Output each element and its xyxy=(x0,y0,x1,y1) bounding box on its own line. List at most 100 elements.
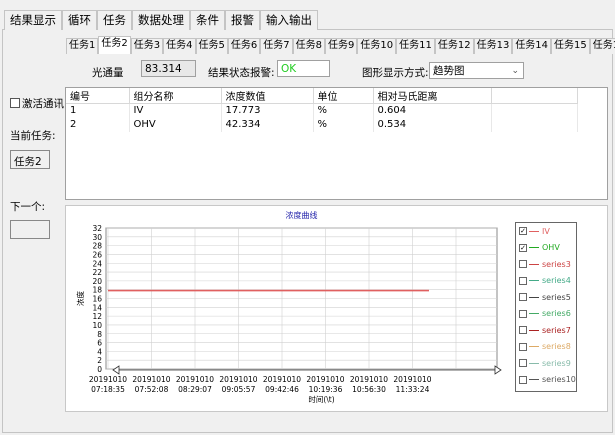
x-tick-label: 07:18:35 xyxy=(91,385,125,394)
x-tick-label: 07:52:08 xyxy=(135,385,169,394)
legend-item-series4[interactable]: series4 xyxy=(516,273,576,290)
tab-loop[interactable]: 循环 xyxy=(62,10,97,30)
x-tick-label: 20191010 xyxy=(132,375,170,384)
tab-task-7[interactable]: 任务7 xyxy=(260,38,293,54)
x-tick-label: 20191010 xyxy=(89,375,127,384)
task-tab-bar: 任务1 任务2 任务3 任务4 任务5 任务6 任务7 任务8 任务9 任务10 任务11 任务12 任… xyxy=(66,36,615,54)
tab-task-1[interactable]: 任务1 xyxy=(66,38,99,54)
legend-swatch xyxy=(529,296,539,298)
tab-task-9[interactable]: 任务9 xyxy=(325,38,358,54)
cell-mahalanobis: 0.534 xyxy=(373,117,492,132)
cell-concentration: 42.334 xyxy=(221,117,314,132)
legend-item-series5[interactable]: series5 xyxy=(516,289,576,306)
col-header-empty xyxy=(491,88,578,104)
col-header-concentration[interactable]: 浓度数值 xyxy=(221,88,314,104)
chevron-down-icon: ⌄ xyxy=(511,66,519,76)
legend-item-series7[interactable]: series7 xyxy=(516,322,576,339)
legend-item-series9[interactable]: series9 xyxy=(516,355,576,372)
tab-alarm[interactable]: 报警 xyxy=(225,10,260,30)
legend-label: series3 xyxy=(542,259,571,269)
tab-task-2[interactable]: 任务2 xyxy=(98,36,131,54)
legend-swatch xyxy=(529,379,539,381)
col-header-component[interactable]: 组分名称 xyxy=(129,88,222,104)
scroll-right-icon xyxy=(494,365,502,375)
y-tick-label: 26 xyxy=(92,250,102,259)
tab-task-5[interactable]: 任务5 xyxy=(195,38,228,54)
y-tick-label: 32 xyxy=(92,224,102,233)
legend-item-series3[interactable]: series3 xyxy=(516,256,576,273)
activate-comm-checkbox[interactable]: 激活通讯 xyxy=(10,96,64,111)
tab-task-13[interactable]: 任务13 xyxy=(473,38,513,54)
checkbox-icon[interactable] xyxy=(519,293,527,302)
legend-item-OHV[interactable]: ✓ OHV xyxy=(516,240,576,257)
col-header-unit[interactable]: 单位 xyxy=(313,88,374,104)
checkbox-icon[interactable] xyxy=(519,375,527,384)
x-axis-label: 时间(\t) xyxy=(308,394,334,404)
tab-task-10[interactable]: 任务10 xyxy=(357,38,397,54)
x-tick-label: 20191010 xyxy=(393,375,431,384)
y-tick-label: 14 xyxy=(92,303,102,312)
col-header-id[interactable]: 编号 xyxy=(66,88,130,104)
legend-label: series6 xyxy=(542,309,571,319)
checkbox-icon[interactable] xyxy=(519,326,527,335)
x-tick-label: 20191010 xyxy=(263,375,301,384)
display-mode-value: 趋势图 xyxy=(433,65,465,77)
table-row[interactable]: 2 OHV 42.334 % 0.534 xyxy=(66,117,578,132)
tab-data-processing[interactable]: 数据处理 xyxy=(132,10,190,30)
tab-task-6[interactable]: 任务6 xyxy=(227,38,261,54)
legend-label: series4 xyxy=(542,276,571,286)
y-tick-label: 2 xyxy=(97,356,102,365)
legend-item-series8[interactable]: series8 xyxy=(516,339,576,356)
tab-task-11[interactable]: 任务11 xyxy=(396,38,435,54)
checkbox-icon[interactable] xyxy=(519,260,527,269)
tab-tasks[interactable]: 任务 xyxy=(97,10,132,30)
legend-item-series6[interactable]: series6 xyxy=(516,306,576,323)
throughput-value: 83.314 xyxy=(141,60,196,77)
tab-task-3[interactable]: 任务3 xyxy=(130,38,164,54)
trend-chart: 浓度曲线024681012141618202224262830322019101… xyxy=(75,210,502,404)
y-tick-label: 22 xyxy=(92,268,102,277)
tab-io[interactable]: 输入输出 xyxy=(260,10,318,30)
checkbox-icon[interactable] xyxy=(519,342,527,351)
checkbox-icon[interactable] xyxy=(519,276,527,285)
legend-item-series10[interactable]: series10 xyxy=(516,372,576,389)
legend-swatch xyxy=(529,263,539,265)
cell-unit: % xyxy=(313,103,374,118)
checkbox-icon[interactable] xyxy=(519,309,527,318)
cell-unit: % xyxy=(313,117,374,132)
y-tick-label: 6 xyxy=(97,339,102,348)
tab-task-4[interactable]: 任务4 xyxy=(163,38,196,54)
checkbox-icon[interactable]: ✓ xyxy=(519,227,527,236)
checkbox-icon[interactable] xyxy=(519,359,527,368)
legend-item-IV[interactable]: ✓ IV xyxy=(516,223,576,240)
tab-task-15[interactable]: 任务15 xyxy=(551,38,590,54)
next-label: 下一个: xyxy=(10,201,46,213)
table-row[interactable]: 1 IV 17.773 % 0.604 xyxy=(66,103,578,118)
current-task-field: 任务2 xyxy=(10,150,50,169)
display-mode-label: 图形显示方式: xyxy=(362,67,429,79)
x-tick-label: 20191010 xyxy=(176,375,214,384)
tab-task-16[interactable]: 任务16 xyxy=(589,38,615,54)
x-tick-label: 10:56:30 xyxy=(352,385,386,394)
x-tick-label: 11:33:24 xyxy=(396,385,430,394)
table-header-row: 编号 组分名称 浓度数值 单位 相对马氏距离 xyxy=(66,88,578,104)
y-tick-label: 4 xyxy=(97,347,102,356)
next-task-field[interactable] xyxy=(10,220,50,239)
chart-title: 浓度曲线 xyxy=(286,210,318,220)
tab-conditions[interactable]: 条件 xyxy=(190,10,225,30)
y-axis-label: 浓度 xyxy=(75,291,85,306)
checkbox-icon[interactable]: ✓ xyxy=(519,243,527,252)
legend-swatch xyxy=(529,346,539,348)
legend-label: series9 xyxy=(542,358,571,368)
legend-swatch xyxy=(529,247,539,249)
tab-task-12[interactable]: 任务12 xyxy=(434,38,474,54)
col-header-mahalanobis[interactable]: 相对马氏距离 xyxy=(373,88,492,104)
tab-results[interactable]: 结果显示 xyxy=(4,10,62,30)
tab-task-8[interactable]: 任务8 xyxy=(292,38,325,54)
legend-label: IV xyxy=(542,226,550,236)
display-mode-select[interactable]: 趋势图 ⌄ xyxy=(429,62,524,79)
y-tick-label: 12 xyxy=(92,312,102,321)
x-tick-label: 09:05:57 xyxy=(222,385,256,394)
tab-task-14[interactable]: 任务14 xyxy=(512,38,552,54)
y-tick-label: 20 xyxy=(92,277,102,286)
